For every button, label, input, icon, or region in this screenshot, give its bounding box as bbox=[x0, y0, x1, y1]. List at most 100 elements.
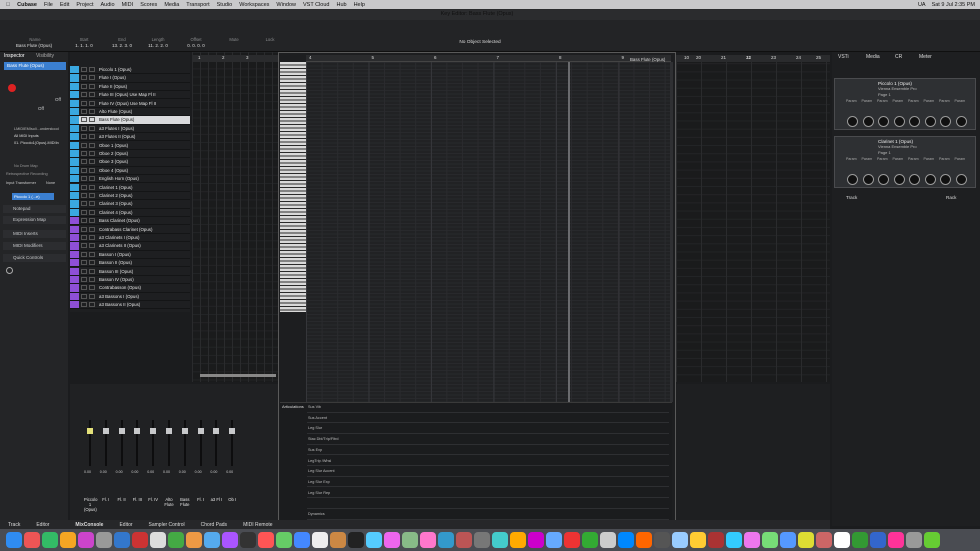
instrument-page[interactable]: Page 1 bbox=[878, 92, 891, 97]
menu-vst-cloud[interactable]: VST Cloud bbox=[303, 2, 330, 8]
menu-help[interactable]: Help bbox=[354, 2, 365, 8]
articulation-row[interactable]: Leg Slur bbox=[307, 423, 669, 434]
track-row[interactable]: a3 Flutes I (Opus) bbox=[70, 124, 190, 133]
mute-button[interactable] bbox=[81, 92, 87, 98]
param-knob[interactable] bbox=[924, 116, 936, 127]
track-row[interactable]: Contrabass Clarinet (Opus) bbox=[70, 225, 190, 234]
dock-app-icon[interactable] bbox=[348, 532, 364, 548]
articulation-row[interactable] bbox=[307, 498, 669, 509]
solo-button[interactable] bbox=[89, 293, 95, 299]
retro-record[interactable]: Retrospective Recording bbox=[6, 172, 48, 176]
dock-app-icon[interactable] bbox=[528, 532, 544, 548]
articulation-row[interactable]: Sus Vib bbox=[307, 402, 669, 413]
articulation-row[interactable]: Leg Slur Exp bbox=[307, 477, 669, 488]
channel-fader-track[interactable] bbox=[120, 420, 123, 466]
info-start-value[interactable]: 1. 1. 1. 0 bbox=[72, 43, 96, 48]
channel-fader-handle[interactable] bbox=[134, 428, 141, 434]
dock-app-icon[interactable] bbox=[924, 532, 940, 548]
dock-app-icon[interactable] bbox=[258, 532, 274, 548]
arrange-ruler[interactable]: 1 2 3 bbox=[192, 55, 280, 62]
param-knob[interactable] bbox=[847, 116, 858, 127]
dock-app-icon[interactable] bbox=[132, 532, 148, 548]
param-knob[interactable] bbox=[909, 116, 920, 127]
dock-app-icon[interactable] bbox=[708, 532, 724, 548]
solo-button[interactable] bbox=[89, 159, 95, 165]
dock-app-icon[interactable] bbox=[186, 532, 202, 548]
dock-app-icon[interactable] bbox=[636, 532, 652, 548]
dock-app-icon[interactable] bbox=[456, 532, 472, 548]
instrument-page[interactable]: Page 1 bbox=[878, 150, 891, 155]
track-row[interactable]: a3 Clarinets I (Opus) bbox=[70, 234, 190, 243]
track-row[interactable]: Oboe 4 (Opus) bbox=[70, 166, 190, 175]
mute-button[interactable] bbox=[81, 109, 87, 115]
solo-button[interactable] bbox=[89, 235, 95, 241]
mute-button[interactable] bbox=[81, 201, 87, 207]
dock-app-icon[interactable] bbox=[654, 532, 670, 548]
param-knob[interactable] bbox=[924, 174, 936, 185]
channel-fader-handle[interactable] bbox=[213, 428, 220, 434]
solo-button[interactable] bbox=[89, 184, 95, 190]
right-footer-track[interactable]: Track bbox=[846, 195, 857, 200]
track-row[interactable]: Piccolo 1 (Opus) bbox=[70, 66, 190, 75]
dock-app-icon[interactable] bbox=[510, 532, 526, 548]
dock-app-icon[interactable] bbox=[582, 532, 598, 548]
track-row[interactable]: Flute IV (Opus) Use Map Fl II bbox=[70, 99, 190, 108]
dock-app-icon[interactable] bbox=[546, 532, 562, 548]
arrange-area-right[interactable] bbox=[676, 55, 830, 382]
track-row[interactable]: Flute III (Opus) Use Map Fl II bbox=[70, 91, 190, 100]
vertical-scrollbar[interactable] bbox=[670, 62, 673, 402]
dock-app-icon[interactable] bbox=[492, 532, 508, 548]
solo-button[interactable] bbox=[89, 302, 95, 308]
param-knob[interactable] bbox=[940, 116, 951, 127]
tab-vsti[interactable]: VSTi bbox=[838, 54, 849, 60]
section-expression-map[interactable]: Expression Map bbox=[3, 216, 66, 224]
tab-mixconsole[interactable]: MixConsole bbox=[75, 522, 103, 528]
track-row[interactable]: Clarinet 4 (Opus) bbox=[70, 208, 190, 217]
dock-app-icon[interactable] bbox=[816, 532, 832, 548]
info-end-value[interactable]: 13. 2. 3. 0 bbox=[110, 43, 134, 48]
key-editor-ruler[interactable]: 4 5 6 7 8 9 10 11 bbox=[306, 55, 751, 62]
track-row[interactable]: Basson III (Opus) bbox=[70, 267, 190, 276]
solo-button[interactable] bbox=[89, 218, 95, 224]
dock-app-icon[interactable] bbox=[384, 532, 400, 548]
menu-transport[interactable]: Transport bbox=[186, 2, 209, 8]
param-knob[interactable] bbox=[862, 116, 874, 127]
solo-button[interactable] bbox=[89, 142, 95, 148]
param-knob[interactable] bbox=[955, 116, 967, 127]
dock-app-icon[interactable] bbox=[852, 532, 868, 548]
dock-app-icon[interactable] bbox=[744, 532, 760, 548]
solo-button[interactable] bbox=[89, 134, 95, 140]
track-row[interactable]: a3 Bassons II (Opus) bbox=[70, 301, 190, 310]
inspector-track-name[interactable]: Bass Flute (Opus) bbox=[4, 62, 66, 70]
menu-file[interactable]: File bbox=[44, 2, 53, 8]
dock-app-icon[interactable] bbox=[726, 532, 742, 548]
dock-app-icon[interactable] bbox=[672, 532, 688, 548]
dock-app-icon[interactable] bbox=[366, 532, 382, 548]
tab-cr[interactable]: CR bbox=[895, 54, 902, 60]
solo-button[interactable] bbox=[89, 109, 95, 115]
midi-input-select[interactable]: All MIDI Inputs bbox=[14, 134, 39, 138]
dock-app-icon[interactable] bbox=[150, 532, 166, 548]
mute-button[interactable] bbox=[81, 125, 87, 131]
param-knob[interactable] bbox=[893, 174, 905, 185]
info-length-value[interactable]: 11. 2. 2. 0 bbox=[146, 43, 170, 48]
menu-media[interactable]: Media bbox=[164, 2, 179, 8]
section-midi-modifiers[interactable]: MIDI Modifiers bbox=[3, 242, 66, 250]
tab-editor-left[interactable]: Editor bbox=[36, 522, 49, 528]
dock-app-icon[interactable] bbox=[114, 532, 130, 548]
mute-button[interactable] bbox=[81, 251, 87, 257]
solo-button[interactable] bbox=[89, 125, 95, 131]
channel-fader-handle[interactable] bbox=[87, 428, 93, 434]
dock-app-icon[interactable] bbox=[834, 532, 850, 548]
channel-fader-track[interactable] bbox=[215, 420, 218, 466]
tab-sampler-control[interactable]: Sampler Control bbox=[149, 522, 185, 528]
dock-app-icon[interactable] bbox=[690, 532, 706, 548]
dock-app-icon[interactable] bbox=[60, 532, 76, 548]
menu-scores[interactable]: Scores bbox=[140, 2, 157, 8]
mute-button[interactable] bbox=[81, 235, 87, 241]
param-knob[interactable] bbox=[878, 174, 889, 185]
track-row[interactable]: Basson I (Opus) bbox=[70, 250, 190, 259]
mute-button[interactable] bbox=[81, 193, 87, 199]
track-row[interactable]: Oboe 2 (Opus) bbox=[70, 150, 190, 159]
track-row[interactable]: Flute I (Opus) bbox=[70, 74, 190, 83]
